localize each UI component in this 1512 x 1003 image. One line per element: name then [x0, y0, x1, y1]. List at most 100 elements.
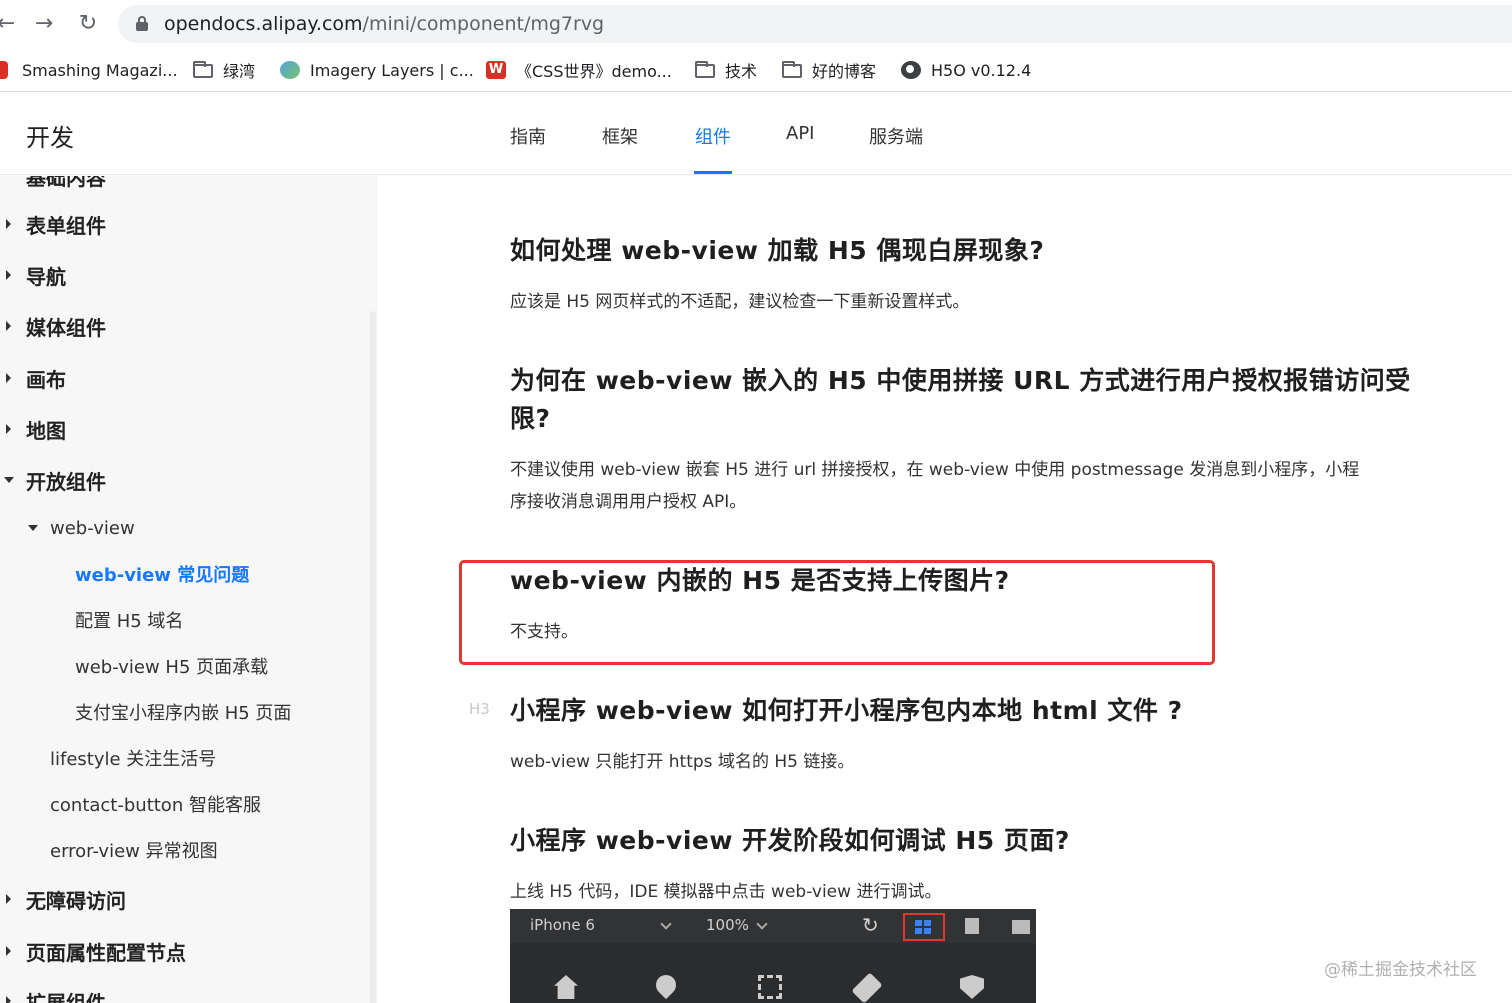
sidebar-group-label: 媒体组件 — [26, 315, 106, 340]
sidebar-group-page-meta[interactable]: 页面属性配置节点 — [0, 936, 186, 966]
folder-icon — [695, 61, 715, 78]
faq-answer: 上线 H5 代码，IDE 模拟器中点击 web-view 进行调试。 — [510, 882, 942, 902]
ide-device-select: iPhone 6 — [530, 916, 595, 934]
watermark: @稀土掘金技术社区 — [1324, 960, 1477, 980]
sidebar-group-label: 页面属性配置节点 — [26, 940, 186, 965]
ide-toolbar: iPhone 6 100% ↻ — [510, 909, 1036, 943]
sidebar-group-media[interactable]: 媒体组件 — [0, 311, 106, 341]
faq-question: web-view 内嵌的 H5 是否支持上传图片? — [510, 566, 1010, 595]
bookmark-imagery-layers[interactable]: Imagery Layers | c... — [280, 57, 474, 83]
bookmark-h5o[interactable]: H5O v0.12.4 — [901, 57, 1031, 83]
tab-api[interactable]: API — [786, 123, 814, 144]
ide-zoom-select: 100% — [706, 916, 749, 934]
sidebar-item-h5-domain[interactable]: 配置 H5 域名 — [75, 607, 183, 633]
bookmark-label: 绿湾 — [223, 62, 256, 81]
faq-answer-continued: 序接收消息调用用户授权 API。 — [510, 492, 747, 512]
sidebar-item-lifestyle[interactable]: lifestyle 关注生活号 — [50, 745, 216, 771]
sidebar-scrollbar[interactable] — [370, 311, 376, 1003]
sidebar-group-label: 地图 — [26, 418, 66, 443]
caret-right-icon — [6, 321, 11, 331]
reload-icon: ↻ — [862, 913, 879, 937]
url-host: opendocs.alipay.com — [164, 13, 363, 35]
bookmark-label: Imagery Layers | c... — [310, 60, 474, 80]
site-header: 开发 指南 框架 组件 API 服务端 — [0, 93, 1512, 175]
sidebar-item-alipay-embed-h5[interactable]: 支付宝小程序内嵌 H5 页面 — [75, 699, 291, 725]
sidebar-group-label: 扩展组件 — [26, 990, 106, 1003]
address-bar[interactable]: opendocs.alipay.com/mini/component/mg7rv… — [118, 5, 1512, 43]
faq-question: 如何处理 web-view 加载 H5 偶现白屏现象? — [510, 236, 1045, 265]
sidebar-item-label: web-view — [50, 517, 135, 539]
faq-answer: 不支持。 — [510, 622, 578, 642]
heading-anchor-tag[interactable]: H3 — [469, 700, 490, 718]
bookmark-label: 好的博客 — [812, 62, 877, 81]
grid-icon — [915, 920, 931, 934]
bookmark-label: 《CSS世界》demo... — [516, 62, 672, 81]
tab-server[interactable]: 服务端 — [869, 123, 923, 149]
chevron-down-icon — [756, 918, 768, 930]
url-text: opendocs.alipay.com/mini/component/mg7rv… — [164, 13, 604, 35]
sidebar-group-extension[interactable]: 扩展组件 — [0, 986, 106, 1003]
sidebar-group-label: 表单组件 — [26, 213, 106, 238]
reload-icon[interactable]: ↻ — [72, 8, 104, 40]
url-path: /mini/component/mg7rvg — [362, 13, 605, 35]
sidebar-group-navigation[interactable]: 导航 — [0, 260, 66, 290]
bookmark-css-world[interactable]: W 《CSS世界》demo... — [486, 57, 672, 83]
sidebar-group-map[interactable]: 地图 — [0, 414, 66, 444]
tag-icon — [851, 972, 883, 1003]
globe-icon — [901, 61, 921, 79]
smashing-logo-icon — [0, 61, 8, 79]
sidebar-item-webview-h5-page[interactable]: web-view H5 页面承载 — [75, 653, 268, 679]
faq-answer: web-view 只能打开 https 域名的 H5 链接。 — [510, 752, 855, 772]
imagery-logo-icon — [280, 61, 300, 79]
faq-question: 小程序 web-view 如何打开小程序包内本地 html 文件 ? — [510, 696, 1183, 725]
browser-toolbar: ← → ↻ opendocs.alipay.com/mini/component… — [0, 0, 1512, 48]
caret-right-icon — [6, 996, 11, 1003]
bookmark-label: H5O v0.12.4 — [931, 60, 1032, 80]
sidebar-group-form[interactable]: 表单组件 — [0, 209, 106, 239]
caret-right-icon — [6, 219, 11, 229]
bookmarks-bar: Smashing Magazi... 绿湾 Imagery Layers | c… — [0, 48, 1512, 92]
shield-icon — [960, 975, 984, 999]
faq-question: 小程序 web-view 开发阶段如何调试 H5 页面? — [510, 826, 1070, 855]
bookmark-folder-blogs[interactable]: 好的博客 — [782, 57, 876, 83]
caret-right-icon — [6, 270, 11, 280]
caret-right-icon — [6, 373, 11, 383]
chevron-down-icon — [660, 918, 672, 930]
sidebar-group-label: 开放组件 — [26, 469, 106, 494]
tab-guide[interactable]: 指南 — [510, 123, 546, 149]
faq-answer: 应该是 H5 网页样式的不适配，建议检查一下重新设置样式。 — [510, 292, 970, 312]
faq-answer: 不建议使用 web-view 嵌套 H5 进行 url 拼接授权，在 web-v… — [510, 460, 1360, 480]
lock-icon — [136, 16, 148, 31]
bookmark-label: Smashing Magazi... — [22, 60, 178, 80]
caret-down-icon — [28, 525, 38, 531]
bookmark-folder-lvwan[interactable]: 绿湾 — [193, 57, 255, 83]
folder-icon — [782, 61, 802, 78]
sidebar-item-error-view[interactable]: error-view 异常视图 — [50, 837, 218, 863]
sidebar-item-contact-button[interactable]: contact-button 智能客服 — [50, 791, 261, 817]
scan-icon — [758, 975, 782, 999]
back-arrow-icon[interactable]: ← — [0, 8, 22, 40]
sidebar-item-webview-faq[interactable]: web-view 常见问题 — [75, 561, 249, 587]
css-world-logo-icon: W — [486, 61, 506, 79]
caret-down-icon — [3, 477, 14, 483]
bookmark-smashing[interactable]: Smashing Magazi... — [0, 57, 178, 83]
active-tab-indicator — [694, 171, 732, 174]
tab-framework[interactable]: 框架 — [602, 123, 638, 149]
tab-components[interactable]: 组件 — [695, 123, 731, 149]
sidebar-nav: 基础内容 表单组件 导航 媒体组件 画布 地图 开放组件 web-view we… — [0, 176, 378, 1003]
sidebar-group-label: 画布 — [26, 367, 66, 392]
sidebar-group-accessibility[interactable]: 无障碍访问 — [0, 884, 126, 914]
window-icon — [1012, 920, 1030, 934]
sidebar-group-canvas[interactable]: 画布 — [0, 363, 66, 393]
sidebar-group-open[interactable]: 开放组件 — [0, 465, 106, 495]
sidebar-group-label: 无障碍访问 — [26, 888, 126, 913]
faq-question: 为何在 web-view 嵌入的 H5 中使用拼接 URL 方式进行用户授权报错… — [510, 366, 1411, 395]
site-logo[interactable]: 开发 — [26, 118, 74, 153]
faq-question-continued: 限? — [510, 404, 551, 433]
sidebar-item-partial[interactable]: 基础内容 — [26, 176, 106, 191]
forward-arrow-icon[interactable]: → — [28, 8, 60, 40]
sidebar-item-webview[interactable]: web-view — [28, 515, 135, 541]
document-icon — [965, 918, 979, 934]
home-icon — [554, 975, 578, 999]
bookmark-folder-tech[interactable]: 技术 — [695, 57, 757, 83]
